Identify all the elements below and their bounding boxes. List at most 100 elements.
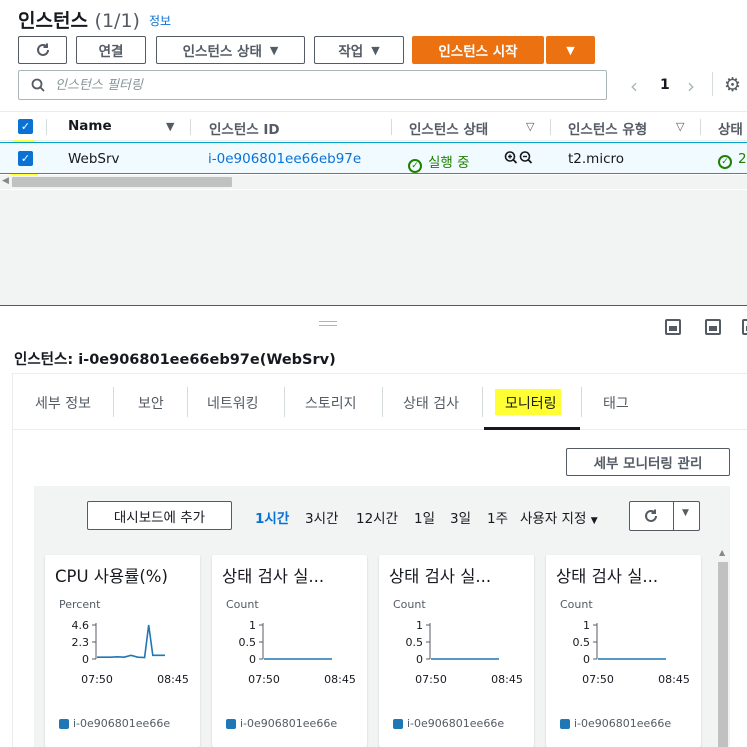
y-tick-label: 0.5 — [573, 636, 591, 649]
cell-status-check: ✓ 2 — [718, 151, 747, 169]
column-header-instance-type[interactable]: 인스턴스 유형 — [568, 118, 647, 138]
chart-title: 상태 검사 실... — [556, 567, 659, 586]
tab-divider — [482, 387, 483, 417]
row-checkbox[interactable]: ✓ — [18, 151, 33, 166]
chart-legend: i-0e906801ee66e — [59, 717, 170, 730]
manage-detailed-monitoring-button[interactable]: 세부 모니터링 관리 — [566, 448, 730, 476]
refresh-icon — [36, 43, 49, 56]
y-tick-label: 0 — [82, 653, 89, 666]
horizontal-scrollbar[interactable]: ◀ — [0, 175, 747, 189]
chart-card-status-check-3[interactable]: 상태 검사 실... Count 1 0.5 0 07:50 08:45 i-0e906… — [546, 555, 701, 747]
add-to-dashboard-button[interactable]: 대시보드에 추가 — [87, 501, 232, 530]
chart-title: 상태 검사 실... — [222, 567, 325, 586]
tab-status-checks[interactable]: 상태 검사 — [403, 393, 459, 413]
tab-storage[interactable]: 스토리지 — [305, 393, 357, 413]
x-tick-label: 07:50 — [81, 673, 113, 686]
tab-security[interactable]: 보안 — [138, 393, 164, 413]
y-tick-label: 1 — [249, 619, 256, 632]
page-title: 인스턴스 (1/1) — [18, 10, 140, 32]
chart-card-status-check-2[interactable]: 상태 검사 실... Count 1 0.5 0 07:50 08:45 i-0e906… — [379, 555, 534, 747]
select-all-checkbox[interactable]: ✓ — [18, 119, 33, 134]
scroll-left-icon[interactable]: ◀ — [2, 176, 9, 186]
vertical-scrollbar[interactable]: ▲ — [716, 546, 730, 747]
y-tick-label: 4.6 — [72, 619, 90, 632]
cell-name: WebSrv — [68, 151, 120, 167]
tab-networking[interactable]: 네트워킹 — [207, 393, 259, 413]
drag-handle-icon[interactable] — [319, 321, 337, 326]
y-tick-label: 0 — [416, 653, 423, 666]
x-tick-label: 07:50 — [248, 673, 280, 686]
column-header-name[interactable]: Name — [68, 118, 112, 134]
scrollbar-thumb[interactable] — [12, 177, 232, 187]
y-tick-label: 1 — [583, 619, 590, 632]
gear-icon[interactable]: ⚙ — [724, 74, 741, 96]
caret-down-icon[interactable]: ▼ — [682, 508, 689, 518]
prev-page-icon[interactable]: ‹ — [630, 74, 638, 98]
chart-plot: 1 0.5 0 07:50 08:45 — [239, 619, 356, 686]
panel-side-icon[interactable] — [742, 319, 747, 335]
panel-split-icon[interactable] — [705, 319, 721, 335]
tab-details[interactable]: 세부 정보 — [35, 393, 91, 413]
refresh-icon[interactable] — [643, 508, 659, 524]
chart-legend: i-0e906801ee66e — [226, 717, 337, 730]
range-1d[interactable]: 1일 — [414, 507, 435, 527]
scroll-up-icon[interactable]: ▲ — [719, 548, 725, 557]
chart-card-cpu[interactable]: CPU 사용률(%) Percent 4.6 2.3 0 07:50 08:45 i-0… — [45, 555, 200, 747]
y-tick-label: 0.5 — [239, 636, 257, 649]
filter-triangle-icon[interactable]: ▽ — [676, 120, 684, 133]
column-divider — [190, 119, 191, 135]
check-circle-icon: ✓ — [718, 155, 732, 169]
caret-down-icon: ▼ — [371, 43, 380, 57]
range-1w[interactable]: 1주 — [487, 507, 508, 527]
y-tick-label: 1 — [416, 619, 423, 632]
column-header-instance-id[interactable]: 인스턴스 ID — [209, 118, 280, 138]
x-tick-label: 08:45 — [491, 673, 523, 686]
chart-ylabel: Count — [393, 598, 426, 611]
refresh-button[interactable] — [18, 36, 67, 64]
range-1h[interactable]: 1시간 — [255, 507, 289, 527]
info-link[interactable]: 정보 — [149, 12, 171, 29]
next-page-icon[interactable]: › — [687, 74, 695, 98]
filter-triangle-icon[interactable]: ▼ — [166, 120, 174, 133]
x-tick-label: 08:45 — [658, 673, 690, 686]
split-divider[interactable] — [0, 305, 747, 306]
search-icon — [31, 78, 45, 92]
tab-monitoring[interactable]: 모니터링 — [505, 393, 557, 413]
column-header-instance-state[interactable]: 인스턴스 상태 — [409, 118, 488, 138]
range-12h[interactable]: 12시간 — [356, 507, 398, 527]
caret-down-icon: ▼ — [590, 516, 598, 526]
column-header-status[interactable]: 상태 — [718, 118, 743, 138]
chart-plot: 4.6 2.3 0 07:50 08:45 — [72, 619, 189, 686]
zoom-icons — [504, 150, 536, 170]
chart-card-status-check-1[interactable]: 상태 검사 실... Count 1 0.5 0 07:50 08:45 i-0e906… — [212, 555, 367, 747]
column-divider — [550, 119, 551, 135]
legend-swatch — [59, 718, 69, 729]
panel-bottom-icon[interactable] — [665, 319, 681, 335]
range-3d[interactable]: 3일 — [450, 507, 471, 527]
column-divider — [391, 119, 392, 135]
tab-divider — [187, 387, 188, 417]
range-3h[interactable]: 3시간 — [305, 507, 338, 527]
instance-state-button[interactable]: 인스턴스 상태 ▼ — [156, 36, 305, 64]
legend-swatch — [393, 718, 403, 729]
table-row[interactable]: ✓ WebSrv i-0e906801ee66eb97e ✓ 실행 중 t2.mi… — [0, 142, 747, 174]
caret-down-icon: ▼ — [269, 43, 279, 57]
filter-box[interactable] — [18, 70, 607, 100]
connect-button[interactable]: 연결 — [76, 36, 146, 64]
range-custom[interactable]: 사용자 지정 ▼ — [520, 507, 598, 527]
y-tick-label: 2.3 — [72, 636, 90, 649]
table-empty-area — [0, 190, 747, 305]
page-number[interactable]: 1 — [660, 77, 670, 93]
filter-input[interactable] — [55, 77, 575, 93]
refresh-group[interactable]: ▼ — [629, 501, 700, 531]
actions-button[interactable]: 작업 ▼ — [314, 36, 404, 64]
filter-triangle-icon[interactable]: ▽ — [526, 120, 534, 133]
legend-swatch — [226, 718, 236, 729]
scrollbar-thumb[interactable] — [718, 562, 728, 747]
chart-legend: i-0e906801ee66e — [560, 717, 671, 730]
cell-instance-id-link[interactable]: i-0e906801ee66eb97e — [208, 151, 361, 167]
zoom-in-zoom-out-icon[interactable] — [504, 150, 536, 166]
launch-instance-button[interactable]: 인스턴스 시작 — [412, 36, 544, 64]
tab-tags[interactable]: 태그 — [603, 393, 629, 413]
launch-instance-dropdown[interactable]: ▼ — [546, 36, 595, 64]
